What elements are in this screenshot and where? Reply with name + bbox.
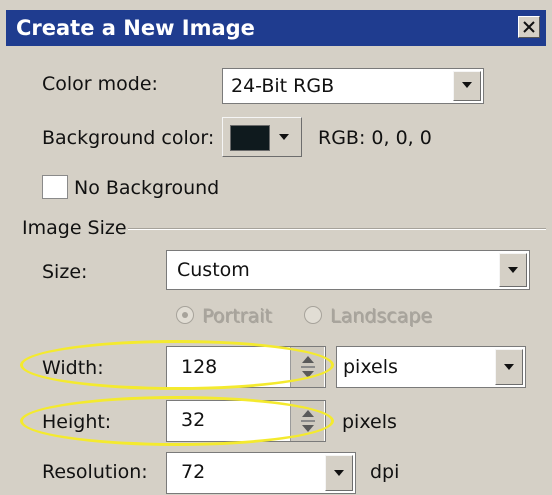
size-label: Size: <box>42 261 88 283</box>
size-select[interactable]: Custom <box>166 250 530 290</box>
width-highlight-ellipse <box>20 340 334 390</box>
size-value: Custom <box>177 259 250 281</box>
create-image-dialog: Create a New Image Color mode: 24-Bit RG… <box>0 0 552 495</box>
width-unit-value: pixels <box>343 356 398 378</box>
radio-selected-dot <box>182 312 188 318</box>
color-mode-label: Color mode: <box>42 73 158 95</box>
group-divider <box>128 228 546 230</box>
title-bar: Create a New Image <box>6 10 546 46</box>
portrait-radio[interactable] <box>176 306 194 324</box>
resolution-label: Resolution: <box>42 461 148 483</box>
image-size-group-label: Image Size <box>22 217 127 239</box>
background-color-button[interactable] <box>222 117 302 157</box>
portrait-label: Portrait <box>202 305 272 327</box>
width-unit-dropdown-button[interactable] <box>495 349 523 385</box>
color-swatch <box>230 125 270 151</box>
size-dropdown-button[interactable] <box>499 253 527 287</box>
color-mode-value: 24-Bit RGB <box>231 75 335 97</box>
chevron-down-icon <box>462 82 472 88</box>
width-unit-select[interactable]: pixels <box>336 346 526 388</box>
chevron-down-icon <box>334 470 344 476</box>
landscape-radio[interactable] <box>304 306 322 324</box>
chevron-down-icon <box>508 267 518 273</box>
height-unit-label: pixels <box>342 411 397 433</box>
landscape-label: Landscape <box>330 305 433 327</box>
resolution-value: 72 <box>181 461 206 483</box>
resolution-dropdown-button[interactable] <box>325 455 353 491</box>
close-icon <box>523 21 535 33</box>
no-background-label: No Background <box>74 177 220 199</box>
color-mode-select[interactable]: 24-Bit RGB <box>222 68 484 104</box>
chevron-down-icon <box>279 134 289 140</box>
resolution-select[interactable]: 72 <box>166 452 356 494</box>
chevron-down-icon <box>504 364 514 370</box>
rgb-readout: RGB: 0, 0, 0 <box>318 127 432 149</box>
no-background-checkbox[interactable] <box>42 175 68 199</box>
height-highlight-ellipse <box>20 396 334 446</box>
resolution-unit-label: dpi <box>370 461 400 483</box>
close-button[interactable] <box>518 16 540 38</box>
background-color-label: Background color: <box>42 127 215 149</box>
dialog-title: Create a New Image <box>16 16 255 40</box>
color-mode-dropdown-button[interactable] <box>453 71 481 101</box>
